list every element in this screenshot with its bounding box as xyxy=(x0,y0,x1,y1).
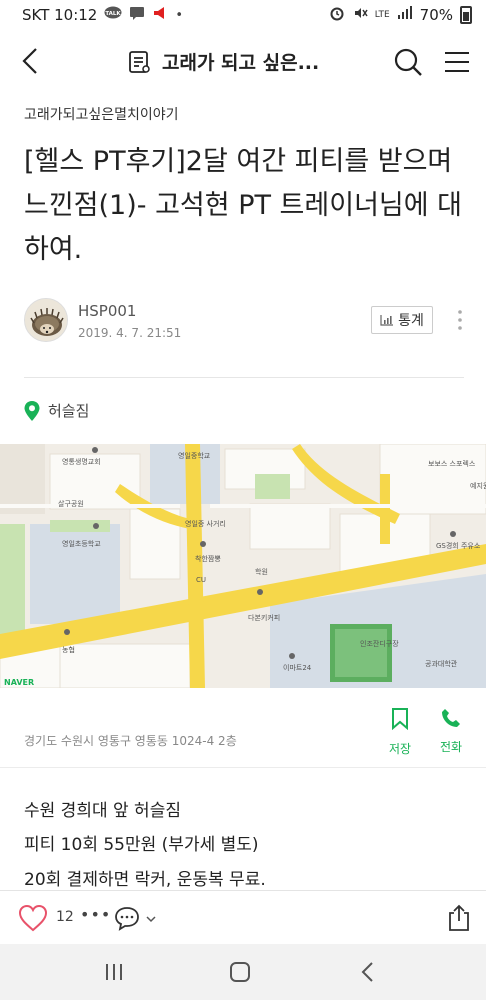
naver-logo: NAVER xyxy=(4,678,34,687)
comment-icon xyxy=(115,907,156,931)
search-icon xyxy=(394,48,422,76)
talk-notification-icon: TALK xyxy=(104,6,122,24)
svg-text:착한짬뽕: 착한짬뽕 xyxy=(195,554,221,563)
save-label: 저장 xyxy=(388,742,412,756)
home-button[interactable] xyxy=(229,961,251,983)
svg-text:영일초등학교: 영일초등학교 xyxy=(62,539,101,548)
body-line-1: 수원 경희대 앞 허슬짐 xyxy=(24,801,181,821)
more-options-button[interactable] xyxy=(454,308,466,332)
place-label[interactable]: 허슬짐 xyxy=(24,400,89,421)
body-line-2: 피티 10회 55만원 (부가세 별도) xyxy=(24,835,259,855)
status-bar: SKT 10:12 TALK • LTE 70% xyxy=(0,0,486,30)
svg-text:GS경희 주유소: GS경희 주유소 xyxy=(436,541,481,550)
phone-icon xyxy=(442,709,460,727)
hedgehog-avatar-icon xyxy=(25,299,67,341)
heart-icon xyxy=(18,904,48,932)
chevron-left-icon xyxy=(22,48,37,74)
share-button[interactable] xyxy=(446,904,472,932)
message-icon xyxy=(129,6,145,24)
list-note-icon xyxy=(129,50,150,73)
svg-text:다본키커피: 다본키커피 xyxy=(248,613,280,622)
svg-text:TALK: TALK xyxy=(106,11,122,17)
header-title: 고래가 되고 싶은... xyxy=(162,52,320,74)
recent-apps-button[interactable] xyxy=(104,963,124,981)
dot-icon: • xyxy=(175,7,184,23)
chevron-left-icon xyxy=(361,962,373,982)
mute-icon xyxy=(352,5,368,25)
share-icon xyxy=(449,904,469,931)
like-count: 12 xyxy=(56,909,74,925)
svg-text:영일중학교: 영일중학교 xyxy=(178,451,211,460)
call-button[interactable]: 전화 xyxy=(436,708,466,755)
blog-name-link[interactable]: 고래가되고싶은멸치이야기 xyxy=(24,104,179,124)
avatar[interactable] xyxy=(24,298,68,342)
svg-text:농협: 농협 xyxy=(62,645,75,654)
bar-chart-icon xyxy=(380,315,394,326)
svg-text:인조잔디구장: 인조잔디구장 xyxy=(360,639,399,648)
svg-text:보보스 스포렉스: 보보스 스포렉스 xyxy=(428,459,476,468)
system-back-button[interactable] xyxy=(358,961,378,983)
blog-title-button[interactable]: 고래가 되고 싶은... xyxy=(128,48,319,75)
svg-text:학원: 학원 xyxy=(255,567,268,576)
svg-text:살구공원: 살구공원 xyxy=(58,499,84,508)
svg-text:공과대학관: 공과대학관 xyxy=(425,659,458,668)
save-place-button[interactable]: 저장 xyxy=(385,708,415,757)
back-button[interactable] xyxy=(18,46,46,76)
search-button[interactable] xyxy=(393,47,423,77)
megaphone-icon xyxy=(152,6,168,24)
author-row: HSP001 2019. 4. 7. 21:51 통계 xyxy=(24,298,464,344)
hamburger-icon xyxy=(445,52,469,72)
place-name: 허슬짐 xyxy=(48,402,90,420)
svg-text:이마트24: 이마트24 xyxy=(283,663,312,672)
alarm-icon xyxy=(329,5,345,25)
stats-label: 통계 xyxy=(398,313,424,329)
svg-text:예지원: 예지원 xyxy=(470,481,486,490)
bottom-action-bar: 12 ••• xyxy=(0,890,486,944)
svg-text:CU: CU xyxy=(196,576,206,584)
svg-text:영통생명교회: 영통생명교회 xyxy=(62,457,101,466)
place-info-bar: 경기도 수원시 영통구 영통동 1024-4 2층 저장 전화 xyxy=(0,688,486,768)
lte-label: LTE xyxy=(374,9,390,20)
app-header: 고래가 되고 싶은... xyxy=(0,30,486,92)
battery-percent: 70% xyxy=(419,6,453,24)
author-name[interactable]: HSP001 xyxy=(78,302,136,320)
body-line-3: 20회 결제하면 락커, 운동복 무료. xyxy=(24,870,266,890)
place-map[interactable]: 영통생명교회 영일중학교 보보스 스포렉스 예지원 살구공원 영일초등학교 영일… xyxy=(0,444,486,688)
post-title: [헬스 PT후기]2달 여간 피티를 받으며 느낀점(1)- 고석현 PT 트레… xyxy=(24,146,463,265)
map-pin-icon xyxy=(24,400,40,421)
like-button[interactable] xyxy=(18,904,48,932)
map-canvas: 영통생명교회 영일중학교 보보스 스포렉스 예지원 살구공원 영일초등학교 영일… xyxy=(0,444,486,688)
signal-icon xyxy=(397,6,413,24)
bookmark-icon xyxy=(392,708,408,731)
post-date: 2019. 4. 7. 21:51 xyxy=(78,326,182,340)
call-label: 전화 xyxy=(439,740,463,754)
battery-icon xyxy=(460,6,472,24)
recent-apps-icon xyxy=(106,964,122,980)
likers-more-button[interactable]: ••• xyxy=(80,905,111,924)
system-nav-bar xyxy=(0,944,486,1000)
carrier-time: SKT 10:12 xyxy=(22,6,98,24)
stats-button[interactable]: 통계 xyxy=(371,306,433,334)
vertical-dots-icon xyxy=(458,310,462,330)
home-icon xyxy=(230,962,250,982)
svg-text:영일중 사거리: 영일중 사거리 xyxy=(185,519,226,528)
comment-button[interactable] xyxy=(114,905,158,933)
menu-button[interactable] xyxy=(444,49,470,75)
divider xyxy=(24,377,464,378)
place-address: 경기도 수원시 영통구 영통동 1024-4 2층 xyxy=(24,734,237,748)
